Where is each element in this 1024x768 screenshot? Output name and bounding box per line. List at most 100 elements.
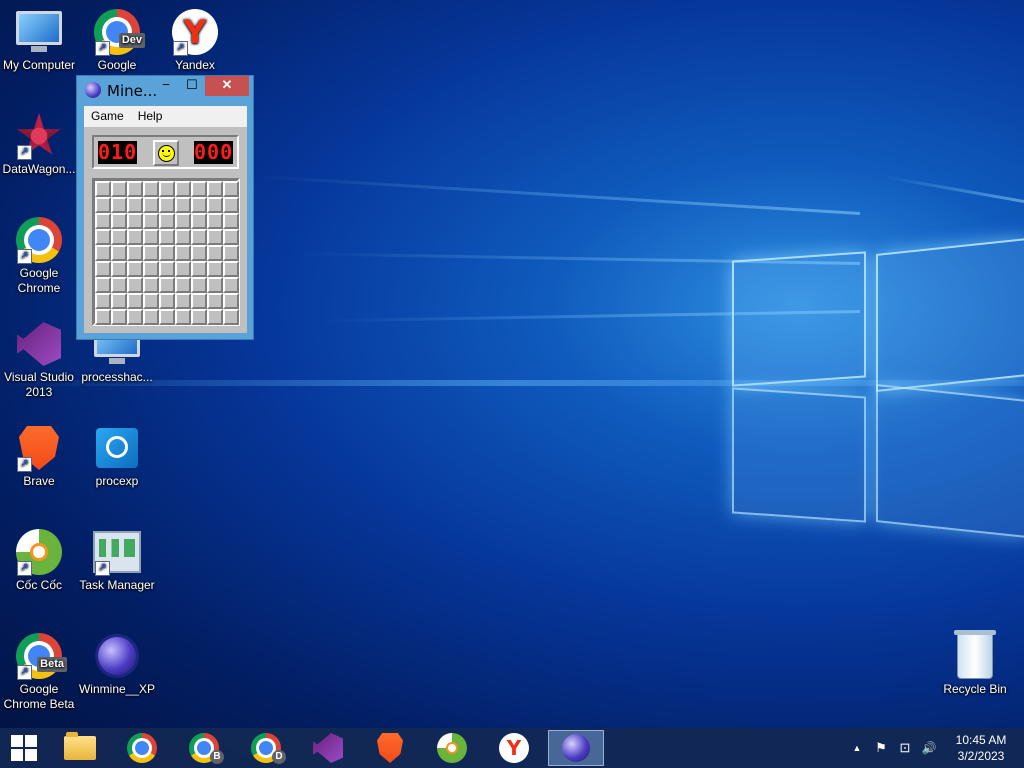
mine-cell[interactable] bbox=[143, 213, 159, 229]
mine-cell[interactable] bbox=[207, 197, 223, 213]
taskbar-coc-coc[interactable] bbox=[430, 730, 474, 766]
mine-cell[interactable] bbox=[95, 229, 111, 245]
volume-icon[interactable]: 🔊 bbox=[918, 728, 940, 768]
taskbar-brave[interactable] bbox=[368, 730, 412, 766]
mine-cell[interactable] bbox=[143, 293, 159, 309]
mine-cell[interactable] bbox=[95, 181, 111, 197]
mine-cell[interactable] bbox=[175, 213, 191, 229]
mine-cell[interactable] bbox=[175, 245, 191, 261]
mine-cell[interactable] bbox=[207, 229, 223, 245]
mine-cell[interactable] bbox=[191, 213, 207, 229]
mine-cell[interactable] bbox=[191, 309, 207, 325]
mine-cell[interactable] bbox=[223, 181, 239, 197]
mine-cell[interactable] bbox=[207, 261, 223, 277]
mine-cell[interactable] bbox=[111, 293, 127, 309]
mine-cell[interactable] bbox=[191, 277, 207, 293]
mine-cell[interactable] bbox=[127, 245, 143, 261]
start-button[interactable] bbox=[0, 730, 48, 766]
mine-cell[interactable] bbox=[159, 197, 175, 213]
desktop-icon-coc-coc[interactable]: ↗ Cốc Cốc bbox=[0, 528, 78, 593]
desktop-icon-brave[interactable]: ↗ Brave bbox=[0, 424, 78, 489]
desktop-icon-google-chrome-dev[interactable]: Dev ↗ Google bbox=[78, 8, 156, 73]
mine-cell[interactable] bbox=[95, 261, 111, 277]
mine-cell[interactable] bbox=[159, 293, 175, 309]
desktop-icon-my-computer[interactable]: My Computer bbox=[0, 8, 78, 73]
mine-cell[interactable] bbox=[143, 309, 159, 325]
minimize-button[interactable]: − bbox=[153, 76, 179, 96]
desktop-icon-task-manager[interactable]: ↗ Task Manager bbox=[78, 528, 156, 593]
mine-cell[interactable] bbox=[127, 213, 143, 229]
mine-cell[interactable] bbox=[191, 197, 207, 213]
mine-cell[interactable] bbox=[207, 213, 223, 229]
mine-cell[interactable] bbox=[159, 261, 175, 277]
taskbar-chrome-beta[interactable]: B bbox=[182, 730, 226, 766]
mine-cell[interactable] bbox=[111, 309, 127, 325]
mine-cell[interactable] bbox=[127, 181, 143, 197]
mine-cell[interactable] bbox=[191, 245, 207, 261]
mine-cell[interactable] bbox=[127, 229, 143, 245]
mine-cell[interactable] bbox=[143, 181, 159, 197]
mine-cell[interactable] bbox=[175, 229, 191, 245]
mine-cell[interactable] bbox=[143, 261, 159, 277]
mine-cell[interactable] bbox=[159, 245, 175, 261]
mine-cell[interactable] bbox=[127, 309, 143, 325]
mine-cell[interactable] bbox=[175, 197, 191, 213]
mine-cell[interactable] bbox=[95, 309, 111, 325]
title-bar[interactable]: Mine... − ☐ ✕ bbox=[77, 76, 253, 106]
mine-cell[interactable] bbox=[191, 293, 207, 309]
maximize-button[interactable]: ☐ bbox=[179, 76, 205, 96]
mine-cell[interactable] bbox=[95, 245, 111, 261]
desktop-icon-google-chrome-beta[interactable]: Beta ↗ Google Chrome Beta bbox=[0, 632, 78, 712]
mine-cell[interactable] bbox=[143, 229, 159, 245]
mine-cell[interactable] bbox=[127, 293, 143, 309]
mine-cell[interactable] bbox=[223, 309, 239, 325]
desktop-icon-visual-studio[interactable]: Visual Studio 2013 bbox=[0, 320, 78, 400]
mine-cell[interactable] bbox=[159, 181, 175, 197]
mine-cell[interactable] bbox=[191, 229, 207, 245]
taskbar-minesweeper[interactable] bbox=[548, 730, 604, 766]
mine-cell[interactable] bbox=[223, 245, 239, 261]
mine-cell[interactable] bbox=[191, 261, 207, 277]
mine-cell[interactable] bbox=[111, 197, 127, 213]
mine-cell[interactable] bbox=[143, 245, 159, 261]
mine-cell[interactable] bbox=[223, 213, 239, 229]
mine-cell[interactable] bbox=[159, 229, 175, 245]
clock[interactable]: 10:45 AM 3/2/2023 bbox=[946, 732, 1016, 764]
mine-cell[interactable] bbox=[95, 277, 111, 293]
mine-cell[interactable] bbox=[95, 197, 111, 213]
mine-cell[interactable] bbox=[207, 245, 223, 261]
mine-cell[interactable] bbox=[111, 261, 127, 277]
taskbar-google-chrome[interactable] bbox=[120, 730, 164, 766]
desktop-icon-recycle-bin[interactable]: Recycle Bin bbox=[936, 630, 1014, 697]
action-center-flag-icon[interactable]: ⚑ bbox=[870, 728, 892, 768]
mine-cell[interactable] bbox=[223, 229, 239, 245]
mine-cell[interactable] bbox=[175, 261, 191, 277]
desktop-icon-yandex[interactable]: Y ↗ Yandex bbox=[156, 8, 234, 73]
taskbar-yandex[interactable]: Y bbox=[492, 730, 536, 766]
mine-cell[interactable] bbox=[159, 309, 175, 325]
close-button[interactable]: ✕ bbox=[205, 76, 249, 96]
desktop-icon-winmine-xp[interactable]: Winmine__XP bbox=[78, 632, 156, 697]
mine-cell[interactable] bbox=[111, 229, 127, 245]
desktop-icon-datawagon[interactable]: ↗ DataWagon... bbox=[0, 112, 78, 177]
mine-cell[interactable] bbox=[223, 293, 239, 309]
mine-cell[interactable] bbox=[111, 181, 127, 197]
mine-cell[interactable] bbox=[159, 277, 175, 293]
menu-help[interactable]: Help bbox=[131, 106, 170, 126]
reset-button[interactable] bbox=[153, 140, 179, 166]
menu-game[interactable]: Game bbox=[84, 106, 131, 126]
mine-cell[interactable] bbox=[191, 181, 207, 197]
minesweeper-window[interactable]: Mine... − ☐ ✕ Game Help 010 000 bbox=[76, 75, 254, 340]
mine-cell[interactable] bbox=[223, 197, 239, 213]
mine-cell[interactable] bbox=[207, 293, 223, 309]
mine-cell[interactable] bbox=[175, 277, 191, 293]
mine-cell[interactable] bbox=[111, 277, 127, 293]
desktop-icon-procexp[interactable]: procexp bbox=[78, 424, 156, 489]
mine-cell[interactable] bbox=[175, 181, 191, 197]
mine-cell[interactable] bbox=[111, 245, 127, 261]
mine-field[interactable] bbox=[92, 178, 240, 326]
taskbar-file-explorer[interactable] bbox=[58, 730, 102, 766]
mine-cell[interactable] bbox=[207, 309, 223, 325]
mine-cell[interactable] bbox=[95, 213, 111, 229]
mine-cell[interactable] bbox=[207, 277, 223, 293]
